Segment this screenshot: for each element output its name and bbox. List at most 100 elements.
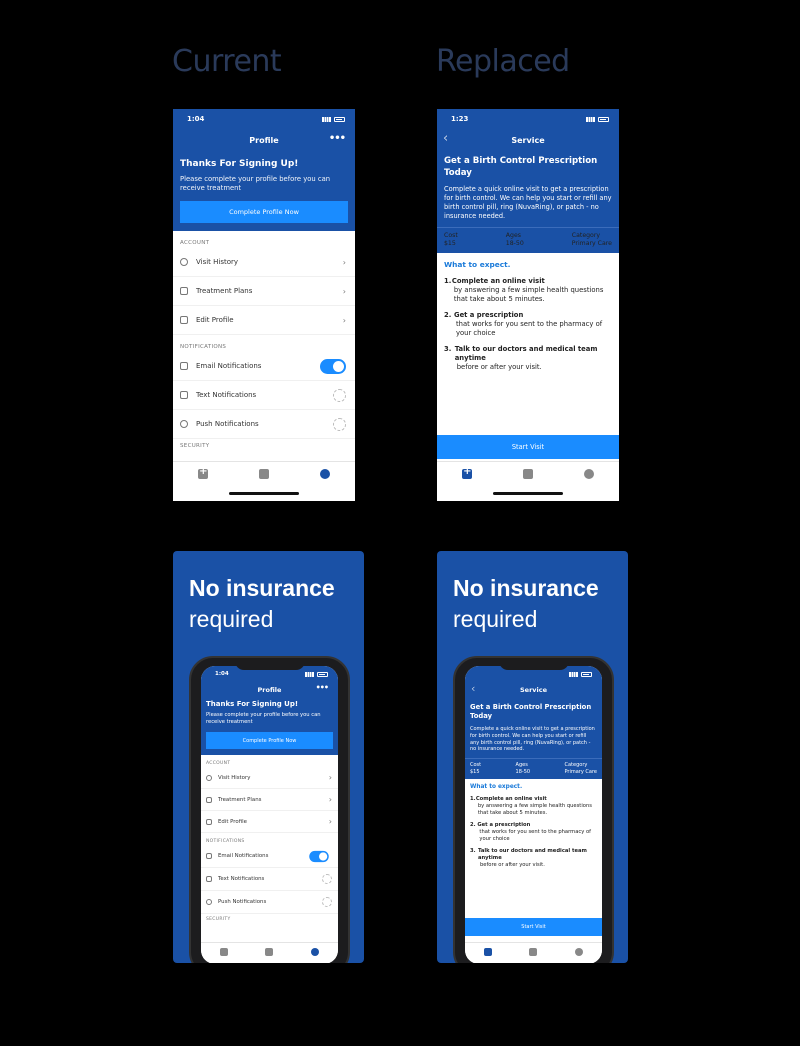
account-header: ACCOUNT xyxy=(180,240,210,246)
label-replaced: Replaced xyxy=(436,44,570,79)
row-push-notifications: Push Notifications xyxy=(173,410,355,439)
stethoscope-icon xyxy=(206,796,212,803)
service-info: Cost $15 Ages 18-50 Category Primary Care xyxy=(437,227,619,253)
tab-bar xyxy=(173,461,355,501)
row-email-notifications: Email Notifications xyxy=(201,845,338,868)
complete-profile-button[interactable]: Complete Profile Now xyxy=(180,201,348,223)
category-label: Category xyxy=(571,232,601,239)
row-text-notifications: Text Notifications xyxy=(201,868,338,891)
service-subtext: Complete a quick online visit to get a p… xyxy=(444,185,612,220)
signal-icon xyxy=(569,671,578,677)
phone-icon xyxy=(206,876,212,882)
home-indicator xyxy=(493,492,563,495)
row-edit-profile[interactable]: Edit Profile › xyxy=(173,306,355,335)
phone-notch xyxy=(498,658,569,670)
row-visit-history[interactable]: Visit History › xyxy=(201,767,338,789)
label-current: Current xyxy=(172,44,282,79)
tab-messages-icon[interactable] xyxy=(265,948,274,956)
chevron-right-icon: › xyxy=(342,286,346,296)
battery-icon xyxy=(334,116,345,122)
tab-add-icon[interactable] xyxy=(198,466,209,479)
bell-icon xyxy=(180,420,188,428)
tab-profile-icon[interactable] xyxy=(583,469,594,479)
mail-icon xyxy=(206,853,212,859)
tab-bar xyxy=(201,942,338,963)
notifications-header: NOTIFICATIONS xyxy=(180,344,227,350)
step-item: 3. Talk to our doctors and medical team a… xyxy=(444,345,598,371)
complete-profile-button[interactable]: Complete Profile Now xyxy=(206,732,333,749)
signal-icon xyxy=(586,116,595,122)
chevron-right-icon: › xyxy=(328,795,332,804)
step-item: 2. Get a prescription that works for you s… xyxy=(444,311,603,337)
tab-profile-icon[interactable] xyxy=(319,469,330,479)
security-header: SECURITY xyxy=(180,443,210,449)
step-item: 1. Complete an online visit by answering a… xyxy=(444,277,604,303)
tab-bar xyxy=(437,461,619,501)
loading-spinner-icon xyxy=(322,874,332,884)
expect-heading: What to expect. xyxy=(444,260,511,269)
loading-spinner-icon xyxy=(322,897,332,907)
pencil-icon xyxy=(206,818,212,825)
category-value: Primary Care xyxy=(571,240,612,247)
email-toggle[interactable] xyxy=(320,358,346,374)
store-card-replaced: No insurance required ‹ Service Get a Birt… xyxy=(437,551,628,963)
tab-add-icon[interactable] xyxy=(219,948,228,956)
battery-icon xyxy=(598,116,609,122)
start-visit-button[interactable]: Start Visit xyxy=(465,918,602,936)
service-screen: 1:23 ‹ Service Get a Birth Control Presc… xyxy=(437,109,619,501)
chevron-right-icon: › xyxy=(328,773,332,782)
stethoscope-icon xyxy=(180,287,188,295)
signup-heading: Thanks For Signing Up! xyxy=(180,159,299,169)
tab-messages-icon[interactable] xyxy=(522,469,533,479)
back-icon[interactable]: ‹ xyxy=(443,131,448,146)
status-bar: 1:23 xyxy=(437,109,619,129)
phone-frame: ‹ Service Get a Birth Control Prescriptio… xyxy=(453,656,614,963)
step-item: 1. Complete an online visit by answering a… xyxy=(470,796,592,817)
page-title: Profile xyxy=(249,135,279,145)
tab-messages-icon[interactable] xyxy=(529,948,538,956)
row-visit-history[interactable]: Visit History › xyxy=(173,248,355,277)
card-headline: No insurance required xyxy=(189,575,335,632)
bell-icon xyxy=(206,899,212,905)
status-time: 1:23 xyxy=(451,115,469,123)
row-email-notifications: Email Notifications xyxy=(173,352,355,381)
signal-icon xyxy=(305,671,314,677)
history-icon xyxy=(206,774,212,781)
chevron-right-icon: › xyxy=(342,257,346,267)
status-time: 1:04 xyxy=(187,115,205,123)
history-icon xyxy=(180,258,188,266)
more-icon[interactable]: ••• xyxy=(329,133,346,144)
tab-add-icon[interactable] xyxy=(462,466,473,479)
cost-value: $15 xyxy=(444,240,456,247)
pencil-icon xyxy=(180,316,188,324)
tab-profile-icon[interactable] xyxy=(311,948,320,956)
email-toggle[interactable] xyxy=(309,850,329,862)
back-icon[interactable]: ‹ xyxy=(471,682,475,695)
service-heading: Get a Birth Control Prescription Today xyxy=(444,156,598,178)
row-treatment-plans[interactable]: Treatment Plans › xyxy=(201,789,338,811)
row-text-notifications: Text Notifications xyxy=(173,381,355,410)
more-icon[interactable]: ••• xyxy=(316,683,329,692)
mail-icon xyxy=(180,362,188,370)
page-title: Service xyxy=(511,135,545,145)
mini-profile-screen: 1:04 Profile ••• Thanks For Signing Up! P… xyxy=(201,666,338,963)
loading-spinner-icon xyxy=(333,388,346,402)
phone-icon xyxy=(180,391,188,399)
chevron-right-icon: › xyxy=(328,817,332,826)
tab-add-icon[interactable] xyxy=(483,948,492,956)
cost-label: Cost xyxy=(444,232,458,239)
tab-messages-icon[interactable] xyxy=(258,469,269,479)
signup-subtext: Please complete your profile before you … xyxy=(180,175,331,192)
card-headline: No insurance required xyxy=(453,575,599,632)
row-edit-profile[interactable]: Edit Profile › xyxy=(201,811,338,833)
profile-screen: 1:04 Profile ••• Thanks For Signing Up! … xyxy=(173,109,355,501)
status-bar: 1:04 xyxy=(173,109,355,129)
tab-profile-icon[interactable] xyxy=(575,948,584,956)
loading-spinner-icon xyxy=(333,417,346,431)
step-item: 2. Get a prescription that works for you s… xyxy=(470,822,591,843)
row-treatment-plans[interactable]: Treatment Plans › xyxy=(173,277,355,306)
store-card-current: No insurance required 1:04 Profile ••• Tha… xyxy=(173,551,364,963)
row-push-notifications: Push Notifications xyxy=(201,891,338,914)
phone-frame: 1:04 Profile ••• Thanks For Signing Up! P… xyxy=(189,656,350,963)
start-visit-button[interactable]: Start Visit xyxy=(437,435,619,459)
